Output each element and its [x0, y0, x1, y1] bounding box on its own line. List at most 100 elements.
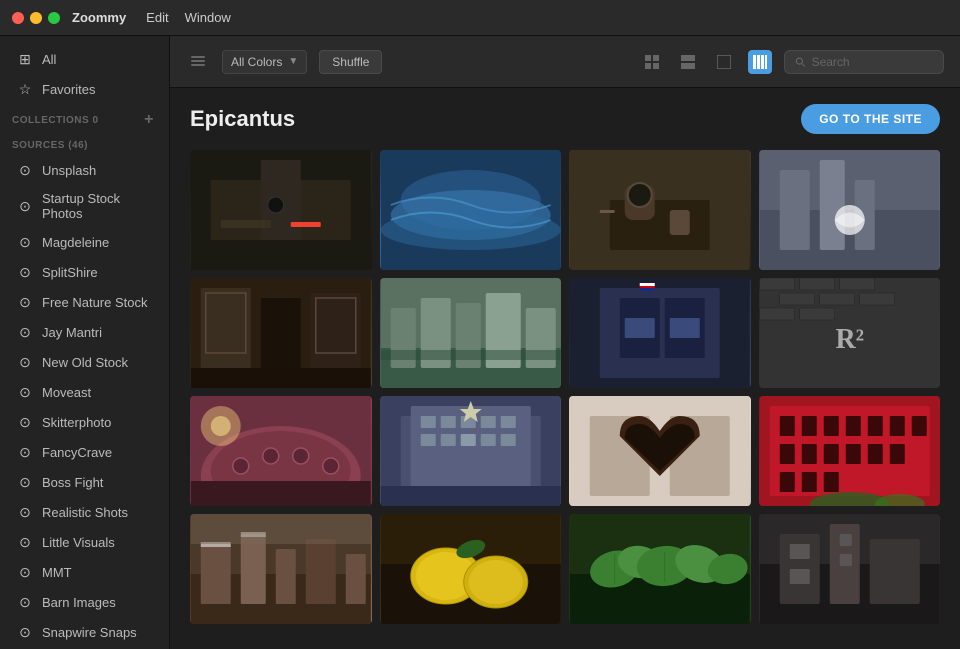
menu-window[interactable]: Window — [185, 10, 231, 25]
camera-icon-16: ⊙ — [16, 623, 34, 641]
collections-header: COLLECTIONS 0 + — [0, 104, 169, 132]
photo-cell[interactable] — [190, 278, 372, 388]
sidebar: ⊞ All ☆ Favorites COLLECTIONS 0 + SOURCE… — [0, 36, 170, 649]
view-grid4-button[interactable] — [640, 50, 664, 74]
menu-edit[interactable]: Edit — [146, 10, 168, 25]
sidebar-item-free-nature[interactable]: ⊙ Free Nature Stock — [4, 287, 165, 317]
search-box[interactable] — [784, 50, 944, 74]
photo-cell[interactable]: R² — [759, 278, 941, 388]
source-label: Little Visuals — [42, 535, 115, 550]
photo-cell[interactable] — [190, 396, 372, 506]
camera-icon-13: ⊙ — [16, 533, 34, 551]
photo-cell[interactable] — [759, 150, 941, 270]
sidebar-item-new-old-stock[interactable]: ⊙ New Old Stock — [4, 347, 165, 377]
shuffle-button[interactable]: Shuffle — [319, 50, 382, 74]
source-label: Boss Fight — [42, 475, 103, 490]
sidebar-all-label: All — [42, 52, 56, 67]
photo-cell[interactable] — [569, 514, 751, 624]
source-label: Skitterphoto — [42, 415, 111, 430]
source-label: FancyCrave — [42, 445, 112, 460]
photo-thumbnail — [190, 150, 372, 270]
photo-thumbnail — [569, 278, 751, 388]
camera-icon-6: ⊙ — [16, 323, 34, 341]
camera-icon-7: ⊙ — [16, 353, 34, 371]
photo-thumbnail — [190, 278, 372, 388]
sidebar-item-skitterphoto[interactable]: ⊙ Skitterphoto — [4, 407, 165, 437]
view-grid2-button[interactable] — [712, 50, 736, 74]
sidebar-item-boss-fight[interactable]: ⊙ Boss Fight — [4, 467, 165, 497]
photo-cell[interactable] — [380, 150, 562, 270]
sources-label: SOURCES (46) — [12, 140, 88, 151]
sidebar-item-magdeleine[interactable]: ⊙ Magdeleine — [4, 227, 165, 257]
photo-grid-row-4 — [190, 514, 940, 624]
camera-icon-5: ⊙ — [16, 293, 34, 311]
sidebar-item-jay-mantri[interactable]: ⊙ Jay Mantri — [4, 317, 165, 347]
sidebar-favorites-label: Favorites — [42, 82, 95, 97]
view-grid1-button[interactable] — [748, 50, 772, 74]
add-collection-button[interactable]: + — [141, 112, 157, 128]
photo-grid-row-1 — [190, 150, 940, 270]
photo-grid-row-3 — [190, 396, 940, 506]
sidebar-item-unsplash[interactable]: ⊙ Unsplash — [4, 155, 165, 185]
photo-cell[interactable] — [569, 150, 751, 270]
photo-cell[interactable] — [569, 278, 751, 388]
photo-cell[interactable] — [380, 278, 562, 388]
app-name: Zoommy — [72, 10, 126, 25]
collections-label: COLLECTIONS 0 — [12, 115, 99, 126]
photo-thumbnail — [759, 514, 941, 624]
source-label: New Old Stock — [42, 355, 128, 370]
main-layout: ⊞ All ☆ Favorites COLLECTIONS 0 + SOURCE… — [0, 36, 960, 649]
photo-thumbnail — [569, 150, 751, 270]
source-label: SplitShire — [42, 265, 98, 280]
search-input[interactable] — [812, 55, 933, 69]
photo-thumbnail — [380, 396, 562, 506]
minimize-button[interactable] — [30, 12, 42, 24]
camera-icon-8: ⊙ — [16, 383, 34, 401]
search-icon — [795, 56, 806, 68]
photo-cell[interactable] — [759, 514, 941, 624]
sidebar-item-realistic-shots[interactable]: ⊙ Realistic Shots — [4, 497, 165, 527]
sidebar-item-all[interactable]: ⊞ All — [4, 44, 165, 74]
close-button[interactable] — [12, 12, 24, 24]
sidebar-item-startup-stock[interactable]: ⊙ Startup Stock Photos — [4, 185, 165, 227]
camera-icon-4: ⊙ — [16, 263, 34, 281]
photo-thumbnail — [569, 514, 751, 624]
photo-cell[interactable] — [380, 514, 562, 624]
goto-site-button[interactable]: GO TO THE SITE — [801, 104, 940, 134]
photo-thumbnail — [190, 514, 372, 624]
source-label: Snapwire Snaps — [42, 625, 137, 640]
source-label: Moveast — [42, 385, 91, 400]
sidebar-item-favorites[interactable]: ☆ Favorites — [4, 74, 165, 104]
all-icon: ⊞ — [16, 50, 34, 68]
camera-icon-14: ⊙ — [16, 563, 34, 581]
camera-icon-10: ⊙ — [16, 443, 34, 461]
chevron-down-icon: ▼ — [288, 56, 298, 67]
traffic-lights — [12, 12, 60, 24]
photo-grid-row-2: R² — [190, 278, 940, 388]
sidebar-item-snapwire[interactable]: ⊙ Snapwire Snaps — [4, 617, 165, 647]
view-grid3-button[interactable] — [676, 50, 700, 74]
titlebar: Zoommy Edit Window — [0, 0, 960, 36]
sidebar-item-little-visuals[interactable]: ⊙ Little Visuals — [4, 527, 165, 557]
sidebar-item-fancycrave[interactable]: ⊙ FancyCrave — [4, 437, 165, 467]
menu-bar: Edit Window — [146, 10, 231, 25]
sidebar-item-mmt[interactable]: ⊙ MMT — [4, 557, 165, 587]
sources-header: SOURCES (46) — [0, 132, 169, 155]
color-filter-value: All Colors — [231, 55, 282, 69]
photo-cell[interactable] — [190, 514, 372, 624]
camera-icon-11: ⊙ — [16, 473, 34, 491]
photo-cell[interactable] — [759, 396, 941, 506]
sidebar-item-moveast[interactable]: ⊙ Moveast — [4, 377, 165, 407]
sidebar-item-splitshire[interactable]: ⊙ SplitShire — [4, 257, 165, 287]
svg-text:R²: R² — [835, 324, 864, 355]
view-list-button[interactable] — [186, 50, 210, 74]
photo-cell[interactable] — [569, 396, 751, 506]
color-filter-dropdown[interactable]: All Colors ▼ — [222, 50, 307, 74]
sidebar-item-barn-images[interactable]: ⊙ Barn Images — [4, 587, 165, 617]
maximize-button[interactable] — [48, 12, 60, 24]
photo-cell[interactable] — [190, 150, 372, 270]
photo-cell[interactable] — [380, 396, 562, 506]
star-icon: ☆ — [16, 80, 34, 98]
page-content: Epicantus GO TO THE SITE — [170, 88, 960, 649]
photo-thumbnail — [190, 396, 372, 506]
